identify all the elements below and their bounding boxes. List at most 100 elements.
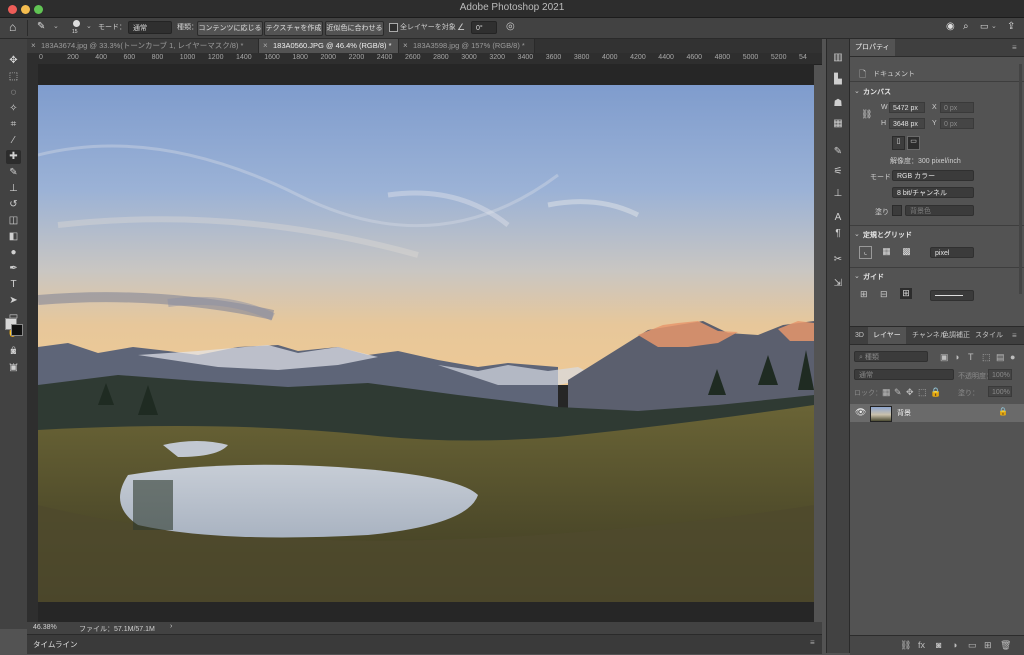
blend-mode-select[interactable]: 通常: [854, 369, 954, 380]
zoom-level[interactable]: 46.38%: [33, 624, 57, 631]
healing-brush-tool-icon[interactable]: ✚: [6, 150, 21, 164]
move-tool-icon[interactable]: ✥: [6, 54, 21, 68]
tab-183A0560[interactable]: × 183A0560.JPG @ 46.4% (RGB/8) *: [259, 39, 399, 53]
layer-row[interactable]: 👁 背景 🔒: [850, 404, 1024, 422]
history-brush-tool-icon[interactable]: ↺: [6, 198, 21, 212]
tab-3d[interactable]: 3D: [850, 327, 869, 344]
content-aware-button[interactable]: コンテンツに応じる: [197, 21, 263, 36]
chevron-down-icon[interactable]: ⌄: [53, 22, 59, 30]
path-selection-tool-icon[interactable]: ➤: [6, 294, 21, 308]
smart-guides-icon[interactable]: ⊞: [900, 288, 912, 299]
new-layer-icon[interactable]: ⊞: [984, 640, 992, 651]
filter-adjustment-icon[interactable]: ◑: [954, 352, 959, 362]
ruler-icon[interactable]: ⌞: [859, 246, 872, 259]
libraries-icon[interactable]: ☗: [831, 97, 845, 111]
link-layers-icon[interactable]: ⛓: [900, 640, 911, 651]
spot-healing-brush-icon[interactable]: ✎: [37, 21, 45, 32]
brush-tool-icon[interactable]: ✎: [6, 166, 21, 180]
status-menu-arrow-icon[interactable]: ›: [170, 623, 172, 630]
fill-select[interactable]: 背景色: [905, 205, 974, 216]
layer-filter-select[interactable]: ⌕ 種類: [854, 351, 928, 362]
collapse-chevron-icon[interactable]: ⌄: [854, 230, 860, 238]
workspace-chevron-icon[interactable]: ⌄: [991, 22, 997, 30]
link-icon[interactable]: ⛓: [861, 109, 872, 120]
scrollbar[interactable]: [1019, 64, 1022, 294]
sample-all-layers-checkbox[interactable]: [389, 23, 398, 32]
pressure-icon[interactable]: ◎: [506, 21, 515, 32]
panel-menu-icon[interactable]: ≡: [1012, 43, 1017, 52]
tab-layers[interactable]: レイヤー: [868, 327, 906, 344]
gradient-tool-icon[interactable]: ◧: [6, 230, 21, 244]
opacity-field[interactable]: 100%: [988, 369, 1012, 380]
quick-mask-icon[interactable]: ◙: [6, 344, 21, 358]
clone-source-icon[interactable]: ⊥: [831, 187, 845, 201]
background-color-swatch[interactable]: [11, 324, 23, 336]
character-icon[interactable]: A: [831, 211, 845, 225]
y-field[interactable]: 0 px: [940, 118, 974, 129]
grid-icon[interactable]: ▦: [881, 246, 892, 257]
collapse-chevron-icon[interactable]: ⌄: [854, 87, 860, 95]
close-tab-icon[interactable]: ×: [403, 39, 408, 53]
swatches-icon[interactable]: ▦: [831, 117, 845, 131]
landscape-orientation-icon[interactable]: ▭: [907, 136, 920, 150]
pen-tool-icon[interactable]: ✒: [6, 262, 21, 276]
collapse-chevron-icon[interactable]: ⌄: [854, 272, 860, 280]
lock-all-icon[interactable]: 🔒: [930, 387, 941, 398]
brush-picker-chevron-icon[interactable]: ⌄: [86, 22, 92, 30]
filter-pixel-icon[interactable]: ▣: [940, 352, 949, 363]
panel-menu-icon[interactable]: ≡: [810, 638, 815, 647]
lock-transparent-icon[interactable]: ▦: [882, 387, 891, 398]
eyedropper-tool-icon[interactable]: ⁄: [6, 134, 21, 148]
filter-shape-icon[interactable]: ⬚: [982, 352, 991, 363]
bit-depth-select[interactable]: 8 bit/チャンネル: [892, 187, 974, 198]
close-tab-icon[interactable]: ×: [263, 39, 268, 53]
lock-image-icon[interactable]: ✎: [894, 387, 902, 398]
guide-layout-icon[interactable]: ⊟: [880, 289, 888, 300]
create-texture-button[interactable]: テクスチャを作成: [264, 21, 323, 36]
color-mode-select[interactable]: RGB カラー: [892, 170, 974, 181]
tab-styles[interactable]: スタイル: [970, 327, 1008, 344]
add-mask-icon[interactable]: ◙: [936, 640, 941, 650]
new-group-icon[interactable]: ▭: [968, 640, 977, 651]
tab-183A3674[interactable]: × 183A3674.jpg @ 33.3%(トーンカーブ 1, レイヤーマスク…: [27, 39, 259, 53]
eraser-tool-icon[interactable]: ◫: [6, 214, 21, 228]
histogram-icon[interactable]: ▥: [831, 51, 845, 65]
tools-icon[interactable]: ✂: [831, 253, 845, 267]
adjustment-layer-icon[interactable]: ◑: [952, 640, 957, 650]
type-tool-icon[interactable]: T: [6, 278, 21, 292]
guide-style-select[interactable]: [930, 290, 974, 301]
layer-style-icon[interactable]: fx: [918, 640, 925, 650]
paragraph-icon[interactable]: ¶: [831, 227, 845, 241]
panel-menu-icon[interactable]: ≡: [1012, 331, 1017, 340]
timeline-tab[interactable]: タイムライン: [33, 639, 77, 650]
levels-icon[interactable]: ▙: [831, 73, 845, 87]
fill-swatch[interactable]: [892, 205, 902, 216]
guide-icon[interactable]: ⊞: [860, 289, 868, 300]
angle-input[interactable]: 0°: [471, 21, 497, 34]
crop-tool-icon[interactable]: ⌗: [6, 118, 21, 132]
lock-position-icon[interactable]: ✥: [906, 387, 914, 398]
dodge-tool-icon[interactable]: ●: [6, 246, 21, 260]
portrait-orientation-icon[interactable]: ▯: [892, 136, 905, 150]
height-field[interactable]: 3648 px: [889, 118, 925, 129]
filter-type-icon[interactable]: T: [968, 352, 974, 362]
layer-name[interactable]: 背景: [897, 408, 911, 418]
delete-layer-icon[interactable]: 🗑: [1000, 640, 1011, 651]
filter-toggle-icon[interactable]: ●: [1010, 352, 1015, 362]
x-field[interactable]: 0 px: [940, 102, 974, 113]
proximity-match-button[interactable]: 近似色に合わせる: [325, 21, 384, 36]
home-icon[interactable]: ⌂: [9, 20, 16, 34]
fill-field[interactable]: 100%: [988, 386, 1012, 397]
workspace-icon[interactable]: ▭: [980, 21, 989, 32]
pixel-grid-icon[interactable]: ▩: [901, 246, 912, 257]
screen-mode-icon[interactable]: ▣: [6, 360, 21, 374]
document-image[interactable]: [38, 85, 814, 602]
quick-select-tool-icon[interactable]: ✧: [6, 102, 21, 116]
brushes-icon[interactable]: ✎: [831, 145, 845, 159]
marquee-tool-icon[interactable]: ⬚: [6, 70, 21, 84]
close-tab-icon[interactable]: ×: [31, 39, 36, 53]
tab-properties[interactable]: プロパティ: [850, 39, 895, 56]
export-icon[interactable]: ⇲: [831, 277, 845, 291]
learn-icon[interactable]: ◉: [946, 21, 955, 32]
search-icon[interactable]: ⌕: [963, 21, 969, 32]
